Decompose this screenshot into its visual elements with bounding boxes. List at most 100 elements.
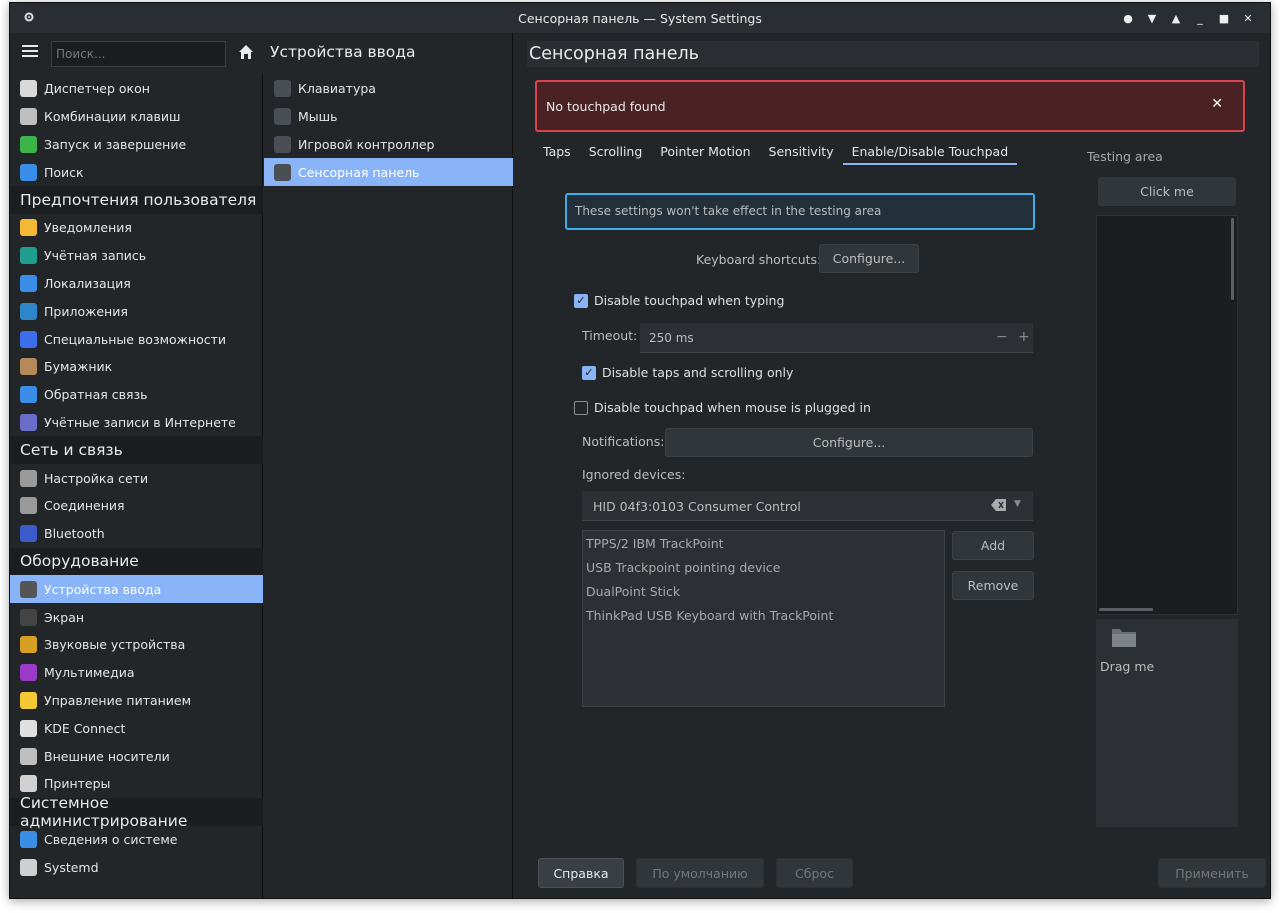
clear-icon[interactable] [991, 498, 1007, 515]
sidebar-item[interactable]: Systemd [10, 853, 263, 881]
sidebar-item-label: Локализация [44, 275, 131, 291]
sidebar-item[interactable]: Уведомления [10, 214, 263, 242]
close-icon[interactable]: ✕ [1236, 7, 1260, 29]
subcategory-item[interactable]: Сенсорная панель [264, 158, 513, 187]
sidebar-item[interactable]: Специальные возможности [10, 325, 263, 353]
subcategory-item[interactable]: Мышь [264, 103, 513, 131]
info-icon [20, 830, 37, 848]
timeout-spinbox[interactable]: 250 ms − + [640, 323, 1033, 353]
app-menu-icon[interactable] [22, 10, 38, 26]
sidebar-item[interactable]: Учётные записи в Интернете [10, 409, 263, 437]
drag-area[interactable]: Drag me [1096, 619, 1238, 827]
minimize-icon[interactable]: _ [1188, 7, 1212, 29]
sidebar-item[interactable]: Сведения о системе [10, 826, 263, 854]
kde-connect-icon [20, 719, 37, 737]
keyboard-shortcuts-configure-button[interactable]: Configure... [819, 244, 919, 273]
keyboard-shortcuts-icon [20, 108, 37, 126]
decrement-icon[interactable]: − [996, 329, 1008, 345]
vertical-scrollbar[interactable] [1231, 218, 1234, 300]
click-me-button[interactable]: Click me [1098, 177, 1236, 206]
checkbox-checked-icon: ✓ [582, 365, 596, 380]
ignored-devices-combo-value: HID 04f3:0103 Consumer Control [593, 499, 801, 514]
sidebar-item-label: Диспетчер окон [44, 81, 150, 97]
main-panel: Сенсорная панель No touchpad found ✕ Tap… [514, 33, 1270, 898]
checkbox-unchecked-icon [574, 400, 588, 415]
audio-icon [20, 636, 37, 654]
ignored-devices-combo[interactable]: HID 04f3:0103 Consumer Control ▼ [582, 491, 1033, 521]
printer-icon [20, 775, 37, 793]
testing-scroll-area[interactable] [1096, 215, 1238, 615]
sidebar-item[interactable]: Звуковые устройства [10, 631, 263, 659]
startup-icon [20, 135, 37, 153]
home-icon[interactable] [238, 44, 254, 60]
list-item[interactable]: TPPS/2 IBM TrackPoint [583, 531, 944, 555]
sidebar-item[interactable]: Внешние носители [10, 742, 263, 770]
sidebar-item[interactable]: Настройка сети [10, 464, 263, 492]
pin-icon[interactable]: ● [1116, 7, 1140, 29]
list-item[interactable]: DualPoint Stick [583, 579, 944, 603]
help-button[interactable]: Справка [538, 858, 624, 888]
subcategory-item[interactable]: Игровой контроллер [264, 131, 513, 159]
sidebar-item[interactable]: Экран [10, 603, 263, 631]
folder-icon[interactable] [1111, 626, 1137, 648]
sidebar-item[interactable]: Диспетчер окон [10, 75, 263, 103]
sidebar-item[interactable]: Запуск и завершение [10, 131, 263, 159]
multimedia-icon [20, 664, 37, 682]
tab[interactable]: Scrolling [580, 141, 652, 165]
defaults-button[interactable]: По умолчанию [636, 858, 764, 888]
sidebar-item-label: Устройства ввода [44, 581, 162, 597]
sidebar-item[interactable]: Учётная запись [10, 242, 263, 270]
tab[interactable]: Taps [534, 141, 580, 165]
sidebar-category: Системное администрирование [10, 794, 263, 830]
sidebar-item-label: Учётная запись [44, 248, 147, 264]
maximize-icon[interactable]: ■ [1212, 7, 1236, 29]
checkbox-checked-icon: ✓ [574, 293, 588, 308]
disable-mouse-checkbox[interactable]: Disable touchpad when mouse is plugged i… [574, 400, 871, 415]
sidebar-item[interactable]: Управление питанием [10, 687, 263, 715]
list-item[interactable]: ThinkPad USB Keyboard with TrackPoint [583, 603, 944, 627]
timeout-label: Timeout: [582, 328, 638, 343]
sidebar-item[interactable]: Bluetooth [10, 520, 263, 548]
list-item[interactable]: USB Trackpoint pointing device [583, 555, 944, 579]
tab[interactable]: Sensitivity [760, 141, 843, 165]
notifications-configure-button[interactable]: Configure... [665, 428, 1033, 457]
sidebar-item-label: Обратная связь [44, 387, 148, 403]
sidebar-item[interactable]: Локализация [10, 270, 263, 298]
disable-taps-checkbox[interactable]: ✓ Disable taps and scrolling only [582, 365, 793, 380]
shade-down-icon[interactable]: ▼ [1140, 7, 1164, 29]
chevron-down-icon[interactable]: ▼ [1014, 499, 1021, 509]
settings-window: Сенсорная панель — System Settings ● ▼ ▲… [9, 2, 1271, 899]
remove-button[interactable]: Remove [952, 571, 1034, 600]
increment-icon[interactable]: + [1018, 329, 1030, 345]
apply-button[interactable]: Применить [1158, 858, 1266, 888]
sidebar-item[interactable]: Соединения [10, 492, 263, 520]
reset-button[interactable]: Сброс [776, 858, 853, 888]
sidebar-item[interactable]: Поиск [10, 158, 263, 186]
sidebar-item[interactable]: Бумажник [10, 353, 263, 381]
add-button[interactable]: Add [952, 531, 1034, 560]
online-accounts-icon [20, 413, 37, 431]
sidebar-item[interactable]: Приложения [10, 297, 263, 325]
search-input[interactable] [51, 41, 226, 67]
hamburger-menu-icon[interactable] [22, 45, 38, 59]
sidebar-item[interactable]: KDE Connect [10, 714, 263, 742]
sidebar-item[interactable]: Устройства ввода [10, 575, 263, 604]
sidebar-item[interactable]: Обратная связь [10, 381, 263, 409]
horizontal-scrollbar[interactable] [1099, 608, 1153, 611]
subcategory-item[interactable]: Клавиатура [264, 75, 513, 103]
keyboard-icon [274, 80, 291, 98]
tab[interactable]: Pointer Motion [651, 141, 759, 165]
ignored-devices-label: Ignored devices: [582, 467, 686, 482]
disable-typing-checkbox[interactable]: ✓ Disable touchpad when typing [574, 293, 784, 308]
sidebar-item-label: Экран [44, 609, 85, 625]
subcategory-item-label: Мышь [298, 109, 338, 125]
sidebar-item[interactable]: Мультимедиа [10, 659, 263, 687]
keyboard-shortcuts-label: Keyboard shortcuts: [696, 252, 822, 267]
sidebar-item-label: Bluetooth [44, 526, 105, 542]
close-icon[interactable]: ✕ [1211, 96, 1223, 112]
keep-above-icon[interactable]: ▲ [1164, 7, 1188, 29]
sidebar: Диспетчер окон Комбинации клавиш Запуск и … [10, 33, 263, 898]
sidebar-item[interactable]: Комбинации клавиш [10, 103, 263, 131]
tab[interactable]: Enable/Disable Touchpad [842, 141, 1018, 165]
sidebar-item-label: Управление питанием [44, 692, 192, 708]
